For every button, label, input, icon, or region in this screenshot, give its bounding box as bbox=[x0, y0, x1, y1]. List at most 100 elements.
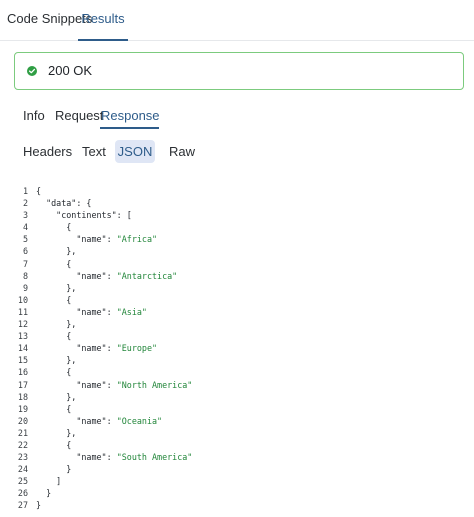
code-line: 18 }, bbox=[0, 391, 474, 403]
line-number: 2 bbox=[22, 198, 28, 209]
line-number: 5 bbox=[22, 234, 28, 245]
line-number: 23 bbox=[17, 452, 28, 463]
code-line: 5 "name": "Africa" bbox=[0, 233, 474, 245]
code-line: 1{ bbox=[0, 185, 474, 197]
code-line: 26 } bbox=[0, 487, 474, 499]
code-text: { bbox=[36, 331, 72, 342]
code-line: 23 "name": "South America" bbox=[0, 451, 474, 463]
line-number: 25 bbox=[17, 476, 28, 487]
line-content: { bbox=[36, 294, 71, 306]
line-number: 7 bbox=[22, 258, 28, 269]
line-number: 26 bbox=[17, 488, 28, 499]
code-line: 17 "name": "North America" bbox=[0, 379, 474, 391]
line-number: 24 bbox=[17, 464, 28, 475]
line-content: { bbox=[36, 403, 71, 415]
line-number: 10 bbox=[17, 294, 28, 305]
line-number: 4 bbox=[22, 222, 28, 233]
line-content: { bbox=[36, 366, 71, 378]
line-content: { bbox=[36, 185, 41, 197]
line-content: }, bbox=[36, 245, 76, 257]
line-number: 14 bbox=[17, 343, 28, 354]
code-text: }, bbox=[36, 319, 77, 330]
code-text: "name": bbox=[36, 452, 117, 463]
line-number: 22 bbox=[17, 439, 28, 450]
code-text: "data": { bbox=[36, 198, 92, 209]
line-content: "name": "Antarctica" bbox=[36, 270, 177, 282]
line-content: }, bbox=[36, 354, 76, 366]
status-text: 200 OK bbox=[48, 63, 93, 78]
check-circle-icon bbox=[27, 66, 37, 76]
line-content: } bbox=[36, 463, 71, 475]
code-text: } bbox=[36, 488, 52, 499]
line-content: "name": "North America" bbox=[36, 379, 192, 391]
code-text: { bbox=[36, 294, 72, 305]
active-tab-indicator bbox=[100, 127, 159, 129]
line-content: "name": "Africa" bbox=[36, 233, 157, 245]
line-number: 13 bbox=[17, 331, 28, 342]
tab-text[interactable]: Text bbox=[82, 140, 106, 163]
code-line: 15 }, bbox=[0, 354, 474, 366]
code-line: 13 { bbox=[0, 330, 474, 342]
line-content: }, bbox=[36, 427, 76, 439]
tab-request[interactable]: Request bbox=[55, 108, 103, 128]
line-content: "name": "South America" bbox=[36, 451, 192, 463]
code-text: } bbox=[36, 500, 42, 511]
line-number: 27 bbox=[17, 500, 28, 511]
top-tab-bar: Code Snippets Results bbox=[0, 0, 474, 41]
code-text: { bbox=[36, 258, 72, 269]
code-line: 27} bbox=[0, 499, 474, 511]
code-text: }, bbox=[36, 427, 77, 438]
code-text: "name": bbox=[36, 415, 117, 426]
line-content: }, bbox=[36, 318, 76, 330]
code-text: }, bbox=[36, 391, 77, 402]
tab-raw[interactable]: Raw bbox=[169, 140, 195, 163]
code-text: ] bbox=[36, 476, 62, 487]
code-text: "name": bbox=[36, 270, 117, 281]
code-text: "name": bbox=[36, 306, 117, 317]
string-value: "Europe" bbox=[116, 343, 158, 354]
line-content: } bbox=[36, 499, 41, 511]
line-content: }, bbox=[36, 282, 76, 294]
line-number: 18 bbox=[17, 391, 28, 402]
line-number: 3 bbox=[22, 210, 28, 221]
line-number: 11 bbox=[17, 306, 28, 317]
tab-headers[interactable]: Headers bbox=[23, 140, 72, 163]
code-line: 3 "continents": [ bbox=[0, 209, 474, 221]
code-text: "name": bbox=[36, 379, 117, 390]
code-text: { bbox=[36, 222, 72, 233]
line-number: 21 bbox=[17, 427, 28, 438]
json-code-view: 1{2 "data": {3 "continents": [4 {5 "name… bbox=[0, 185, 474, 512]
line-content: "data": { bbox=[36, 197, 91, 209]
code-line: 4 { bbox=[0, 221, 474, 233]
code-line: 7 { bbox=[0, 258, 474, 270]
code-text: }, bbox=[36, 246, 77, 257]
string-value: "North America" bbox=[116, 379, 193, 390]
line-content: { bbox=[36, 258, 71, 270]
line-content: ] bbox=[36, 475, 61, 487]
code-line: 20 "name": "Oceania" bbox=[0, 415, 474, 427]
code-line: 12 }, bbox=[0, 318, 474, 330]
code-line: 24 } bbox=[0, 463, 474, 475]
tab-results[interactable]: Results bbox=[78, 0, 128, 41]
string-value: "Africa" bbox=[116, 234, 158, 245]
code-line: 21 }, bbox=[0, 427, 474, 439]
line-number: 9 bbox=[22, 282, 28, 293]
code-line: 10 { bbox=[0, 294, 474, 306]
line-number: 20 bbox=[17, 415, 28, 426]
tab-json[interactable]: JSON bbox=[115, 140, 155, 163]
line-number: 1 bbox=[22, 186, 28, 196]
code-line: 19 { bbox=[0, 403, 474, 415]
string-value: "South America" bbox=[116, 452, 193, 463]
line-number: 12 bbox=[17, 319, 28, 330]
code-line: 6 }, bbox=[0, 245, 474, 257]
line-content: "name": "Asia" bbox=[36, 306, 147, 318]
code-line: 2 "data": { bbox=[0, 197, 474, 209]
line-content: { bbox=[36, 330, 71, 342]
code-text: "name": bbox=[36, 343, 117, 354]
tab-response[interactable]: Response bbox=[101, 108, 160, 128]
line-number: 19 bbox=[17, 403, 28, 414]
tab-info[interactable]: Info bbox=[23, 108, 45, 128]
line-content: } bbox=[36, 487, 51, 499]
string-value: "Antarctica" bbox=[116, 270, 178, 281]
line-content: "name": "Oceania" bbox=[36, 415, 162, 427]
